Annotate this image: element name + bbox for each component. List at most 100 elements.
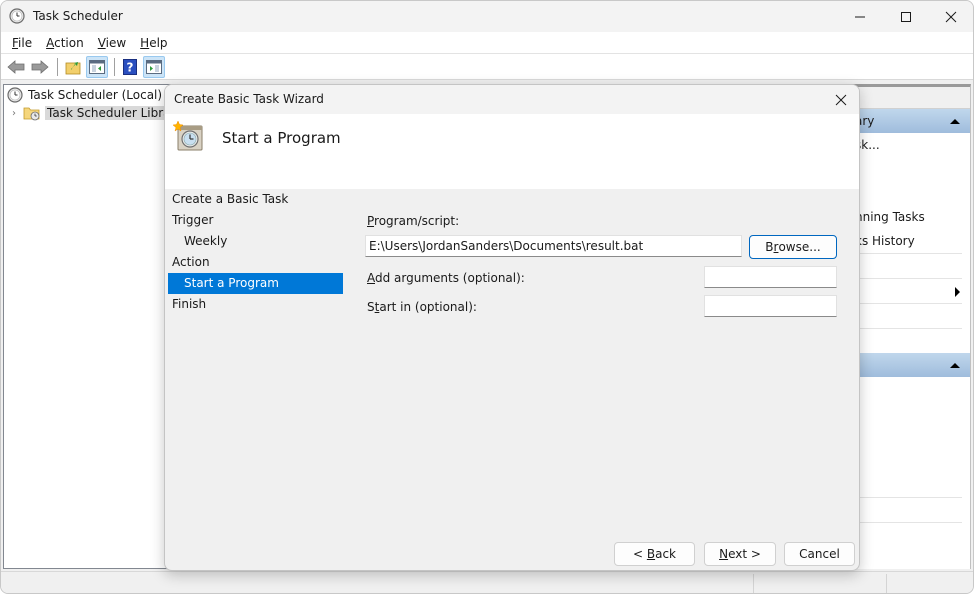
collapse-arrow-icon[interactable] <box>950 118 960 124</box>
up-folder-button[interactable] <box>62 56 84 78</box>
collapse-arrow-icon[interactable] <box>950 362 960 368</box>
status-bar <box>1 571 973 593</box>
add-arguments-input[interactable] <box>704 266 837 288</box>
step-trigger: Trigger <box>172 213 214 227</box>
action-item[interactable] <box>847 498 970 522</box>
btn-accel: N <box>719 547 729 561</box>
action-enable-tasks-history[interactable]: ks History <box>847 229 970 253</box>
show-hide-action-pane-button[interactable] <box>143 55 165 78</box>
create-basic-task-wizard: Create Basic Task Wizard Start a Program… <box>164 84 860 571</box>
console-tree: Task Scheduler (Local) › Task Scheduler … <box>3 84 185 569</box>
show-hide-action-pane-icon <box>146 59 162 74</box>
toolbar: ? <box>1 54 973 80</box>
forward-arrow-icon <box>31 59 49 74</box>
label-text: dd arguments (optional): <box>375 271 525 285</box>
label-accel: A <box>367 271 375 285</box>
step-weekly: Weekly <box>184 234 228 248</box>
label-accel: P <box>367 214 375 228</box>
svg-text:?: ? <box>127 60 134 74</box>
actions-section-library[interactable]: ary <box>847 109 970 133</box>
tree-item-task-scheduler-local[interactable]: Task Scheduler (Local) <box>7 86 162 104</box>
clock-icon <box>7 87 23 103</box>
dialog-close-button[interactable] <box>829 88 853 112</box>
start-in-label: Start in (optional): <box>367 300 477 314</box>
btn-text: < <box>632 547 647 561</box>
clock-icon <box>9 8 25 24</box>
next-button[interactable]: Next > <box>704 542 776 566</box>
action-display-running-tasks[interactable]: nning Tasks <box>847 205 970 229</box>
label-text: S <box>367 300 375 314</box>
menu-view[interactable]: View <box>91 33 133 53</box>
label-text: art in (optional): <box>379 300 477 314</box>
menu-file-label: ile <box>18 35 33 50</box>
chevron-right-icon[interactable]: › <box>9 108 19 119</box>
wizard-steps: Create a Basic Task Trigger Weekly Actio… <box>168 189 343 315</box>
close-button[interactable] <box>928 1 973 32</box>
step-start-a-program: Start a Program <box>168 273 343 294</box>
maximize-button[interactable] <box>883 1 929 32</box>
actions-spacer <box>847 377 970 497</box>
action-item[interactable] <box>847 181 970 205</box>
forward-button[interactable] <box>29 56 51 78</box>
menu-action-label: ction <box>54 35 84 50</box>
action-item[interactable] <box>847 254 970 278</box>
menu-help-label: elp <box>149 35 168 50</box>
menu-file[interactable]: File <box>5 33 39 53</box>
action-view-submenu[interactable] <box>847 279 970 303</box>
start-in-input[interactable] <box>704 295 837 317</box>
add-arguments-label: Add arguments (optional): <box>367 271 525 285</box>
menu-bar: File Action View Help <box>1 32 973 54</box>
step-finish: Finish <box>172 297 207 311</box>
help-button[interactable]: ? <box>119 56 141 78</box>
action-item[interactable] <box>847 304 970 328</box>
show-hide-console-tree-button[interactable] <box>86 55 108 78</box>
back-button[interactable]: < Back <box>614 542 695 566</box>
action-create-task[interactable]: sk... <box>847 133 970 157</box>
menu-action-accel: A <box>46 35 55 50</box>
close-icon <box>835 94 847 106</box>
action-item[interactable] <box>847 329 970 353</box>
menu-help[interactable]: Help <box>133 33 174 53</box>
dialog-header: Start a Program <box>165 114 859 189</box>
cancel-button[interactable]: Cancel <box>784 542 855 566</box>
program-script-input[interactable]: E:\Users\JordanSanders\Documents\result.… <box>365 235 742 257</box>
tree-item-task-scheduler-library[interactable]: › Task Scheduler Library <box>9 104 185 122</box>
toolbar-separator <box>57 57 58 76</box>
btn-text: owse... <box>778 240 821 254</box>
folder-clock-icon <box>23 107 40 121</box>
step-action: Action <box>172 255 210 269</box>
window-title: Task Scheduler <box>33 9 123 23</box>
step-create-basic-task: Create a Basic Task <box>172 192 289 206</box>
menu-help-accel: H <box>140 35 150 50</box>
minimize-button[interactable] <box>837 1 883 32</box>
up-folder-icon <box>65 61 81 74</box>
action-item[interactable] <box>847 157 970 181</box>
dialog-header-title: Start a Program <box>222 129 341 147</box>
actions-pane: ary sk... nning Tasks ks History <box>847 84 971 569</box>
action-label: ks History <box>855 234 915 248</box>
submenu-arrow-icon <box>955 287 960 297</box>
btn-accel: B <box>646 547 656 561</box>
task-wizard-icon <box>173 120 203 151</box>
toolbar-separator <box>114 57 115 76</box>
browse-button[interactable]: Br owse... <box>749 235 837 259</box>
actions-section-selected-item[interactable] <box>847 353 970 377</box>
btn-text: Cancel <box>799 547 840 561</box>
close-icon <box>945 11 957 22</box>
actions-pane-header <box>847 87 970 109</box>
action-label: nning Tasks <box>855 210 925 224</box>
menu-view-accel: V <box>97 35 106 50</box>
back-button[interactable] <box>5 56 27 78</box>
help-icon: ? <box>123 58 137 75</box>
back-arrow-icon <box>7 59 25 74</box>
program-script-label: Program/script: <box>367 214 459 228</box>
btn-text: ack <box>655 547 676 561</box>
tree-item-label: Task Scheduler (Local) <box>28 88 163 102</box>
menu-action[interactable]: Action <box>39 33 91 53</box>
dialog-title-bar: Create Basic Task Wizard <box>165 85 859 114</box>
btn-text: ext > <box>728 547 761 561</box>
status-divider <box>886 574 887 593</box>
dialog-title: Create Basic Task Wizard <box>174 92 324 106</box>
label-text: rogram/script: <box>374 214 460 228</box>
minimize-icon <box>855 16 865 17</box>
